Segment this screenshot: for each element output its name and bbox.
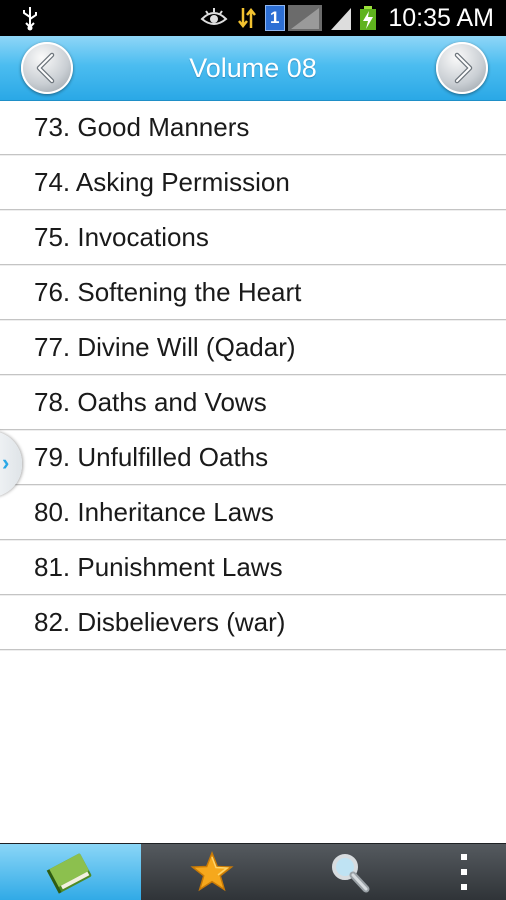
chapter-item[interactable]: 82. Disbelievers (war)	[0, 595, 506, 650]
eye-icon	[200, 8, 228, 25]
next-volume-button[interactable]	[436, 42, 488, 94]
chapter-item[interactable]: 74. Asking Permission	[0, 155, 506, 210]
drawer-chevron-icon: ›	[2, 450, 10, 475]
app-screen: 1 10:35 AM Volume 08 73. Good Manners 74…	[0, 0, 506, 900]
battery-charging-icon	[360, 6, 376, 30]
chapter-item[interactable]: 78. Oaths and Vows	[0, 375, 506, 430]
chapter-item[interactable]: 81. Punishment Laws	[0, 540, 506, 595]
signal-icon	[331, 8, 351, 30]
usb-icon	[23, 7, 37, 31]
bottom-tab-bar	[0, 843, 506, 900]
status-clock: 10:35 AM	[388, 4, 494, 32]
book-icon	[46, 853, 92, 894]
page-title: Volume 08	[189, 53, 317, 83]
chapter-list: 73. Good Manners 74. Asking Permission 7…	[0, 100, 506, 650]
tab-overflow-menu[interactable]	[423, 844, 506, 900]
chapter-item[interactable]: 73. Good Manners	[0, 100, 506, 155]
status-bar: 1 10:35 AM	[0, 0, 506, 36]
tab-favorites[interactable]	[141, 844, 282, 900]
tab-search[interactable]	[282, 844, 423, 900]
data-transfer-icon	[238, 7, 256, 29]
tab-book[interactable]	[0, 844, 141, 900]
chapter-item[interactable]: 76. Softening the Heart	[0, 265, 506, 320]
chevron-right-icon	[454, 52, 473, 84]
sim-icon: 1	[265, 5, 285, 31]
star-icon	[190, 850, 234, 892]
chapter-item[interactable]: 77. Divine Will (Qadar)	[0, 320, 506, 375]
search-icon	[332, 854, 370, 893]
title-bar: Volume 08	[0, 36, 506, 101]
chapter-item[interactable]: 80. Inheritance Laws	[0, 485, 506, 540]
signal-weak-icon	[288, 5, 322, 31]
sim-slot-label: 1	[270, 8, 280, 27]
chapter-item[interactable]: 79. Unfulfilled Oaths	[0, 430, 506, 485]
chapter-item[interactable]: 75. Invocations	[0, 210, 506, 265]
overflow-menu-icon	[461, 854, 467, 890]
